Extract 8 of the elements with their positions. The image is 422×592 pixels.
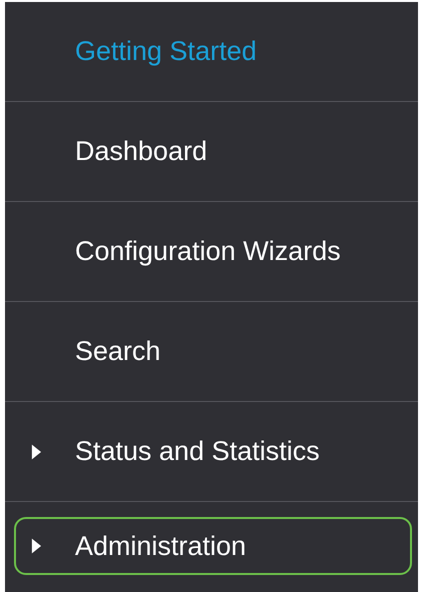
nav-item[interactable]: Search [14,322,412,380]
nav-item[interactable]: Getting Started [14,22,412,80]
nav-item[interactable]: Dashboard [14,122,412,180]
nav-item[interactable]: Configuration Wizards [14,222,412,280]
nav-item[interactable]: Status and Statistics [14,422,412,480]
caret-icon [31,444,42,460]
nav-item[interactable]: Administration [14,517,412,575]
caret-icon [31,538,42,554]
